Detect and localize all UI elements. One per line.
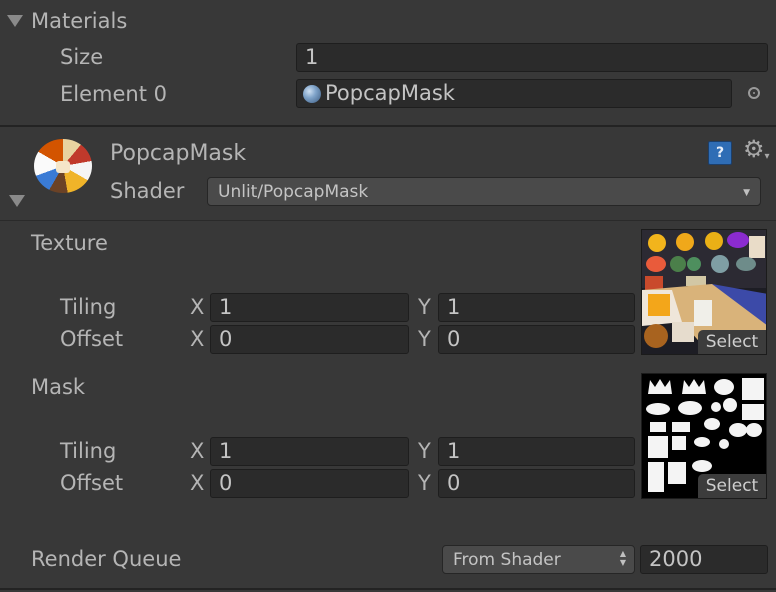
dropdown-arrow-icon: ▼ [743,188,750,198]
material-preview-icon [34,139,92,193]
material-foldout-icon[interactable] [9,195,25,207]
texture-tiling-x-input[interactable]: 1 [210,293,409,322]
mask-offset-x-input[interactable]: 0 [210,469,409,498]
mask-tiling-x-input[interactable]: 1 [210,437,409,466]
texture-offset-x-input[interactable]: 0 [210,325,409,354]
texture-tiling-y-input[interactable]: 1 [438,293,635,322]
help-book-icon[interactable]: ? [708,141,732,165]
texture-tiling-label: Tiling [60,295,117,319]
shader-value: Unlit/PopcapMask [218,181,369,202]
foldout-expanded-icon[interactable] [7,15,23,27]
mask-tiling-y-input[interactable]: 1 [438,437,635,466]
material-name: PopcapMask [110,141,247,166]
texture-tiling-y-label[interactable]: Y [418,297,431,318]
mask-offset-y-input[interactable]: 0 [438,469,635,498]
texture-property-label: Texture [31,231,108,255]
render-queue-mode-value: From Shader [453,549,561,570]
element-0-value: PopcapMask [325,81,455,105]
mask-select-button[interactable]: Select [698,474,766,498]
header-divider [0,220,776,221]
mask-offset-y-label[interactable]: Y [418,473,431,494]
mask-tiling-label: Tiling [60,439,117,463]
section-divider [0,125,776,127]
mask-property-label: Mask [31,375,86,399]
texture-offset-y-label[interactable]: Y [418,329,431,350]
element-0-object-field[interactable]: PopcapMask [296,79,732,108]
mask-thumbnail[interactable]: Select [641,373,767,499]
texture-tiling-x-label[interactable]: X [190,297,204,318]
render-queue-value-input[interactable]: 2000 [640,545,768,574]
render-queue-mode-dropdown[interactable]: From Shader ▲ ▼ [442,545,635,574]
texture-thumbnail[interactable]: Select [641,229,767,355]
object-picker-icon[interactable] [748,87,760,99]
shader-dropdown[interactable]: Unlit/PopcapMask ▼ [207,177,761,206]
texture-offset-y-input[interactable]: 0 [438,325,635,354]
shader-label: Shader [110,179,185,203]
mask-offset-label: Offset [60,471,124,495]
element-0-label: Element 0 [60,82,167,106]
render-queue-label: Render Queue [31,547,182,571]
texture-offset-label: Offset [60,327,124,351]
size-label: Size [60,45,104,69]
size-input[interactable]: 1 [296,43,768,72]
materials-foldout-label[interactable]: Materials [31,11,127,32]
mask-offset-x-label[interactable]: X [190,473,204,494]
gear-icon[interactable]: ⚙▾ [743,136,773,162]
mask-tiling-x-label[interactable]: X [190,441,204,462]
stepper-arrows-icon: ▲ ▼ [619,549,626,567]
mask-tiling-y-label[interactable]: Y [418,441,431,462]
texture-offset-x-label[interactable]: X [190,329,204,350]
material-sphere-icon [303,84,321,103]
texture-select-button[interactable]: Select [698,330,766,354]
bottom-divider [0,588,776,590]
